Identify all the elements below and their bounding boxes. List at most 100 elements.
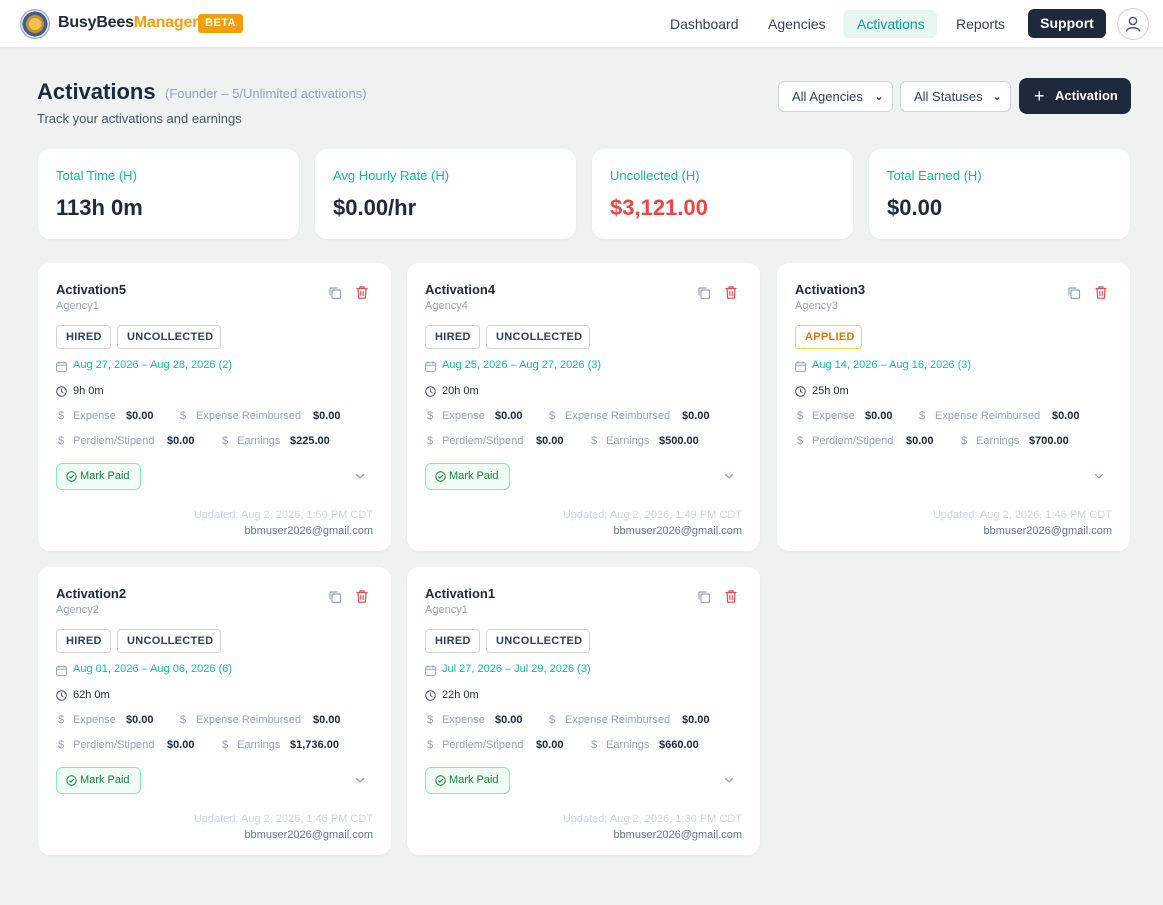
activation-card[interactable]: Activation5 Agency1 HIRED UNCOLLECTED Aug 27… bbox=[38, 263, 391, 551]
perdiem-label: Perdiem/Stipend bbox=[442, 739, 524, 751]
stat-value: $3,121.00 bbox=[610, 195, 708, 220]
owner-email: bbmuser2026@gmail.com bbox=[244, 525, 373, 537]
earnings-value: $1,736.00 bbox=[290, 739, 339, 751]
status-badge: APPLIED bbox=[795, 325, 862, 349]
chevron-down-icon: ⌄ bbox=[991, 89, 1002, 103]
status-badge: UNCOLLECTED bbox=[117, 325, 221, 349]
expense-value: $0.00 bbox=[495, 410, 523, 422]
mark-paid-button[interactable]: Mark Paid bbox=[56, 767, 141, 794]
activation-dates: Aug 01, 2026 – Aug 06, 2026 (6) bbox=[73, 663, 233, 675]
expense-label: Expense bbox=[442, 410, 485, 422]
copy-icon[interactable] bbox=[1067, 286, 1081, 300]
check-circle-icon bbox=[435, 775, 446, 786]
perdiem-label: Perdiem/Stipend bbox=[812, 435, 894, 447]
nav-agencies[interactable]: Agencies bbox=[754, 10, 840, 38]
activation-hours: 25h 0m bbox=[812, 385, 849, 397]
status-filter-value: All Statuses bbox=[914, 89, 983, 104]
brand-logo[interactable] bbox=[20, 9, 50, 39]
chevron-down-icon[interactable] bbox=[723, 470, 735, 482]
page-title: Activations bbox=[37, 79, 156, 104]
agency-filter-select[interactable]: All Agencies ⌄ bbox=[778, 81, 893, 112]
activation-card[interactable]: Activation4 Agency4 HIRED UNCOLLECTED Aug 25… bbox=[407, 263, 760, 551]
stat-card-total-time: Total Time (H) 113h 0m bbox=[38, 149, 299, 239]
mark-paid-button[interactable]: Mark Paid bbox=[425, 463, 510, 490]
expense-reimbursed-value: $0.00 bbox=[313, 410, 341, 422]
activation-card[interactable]: Activation1 Agency1 HIRED UNCOLLECTED Jul 27… bbox=[407, 567, 760, 855]
trash-icon[interactable] bbox=[1094, 285, 1108, 300]
perdiem-value: $0.00 bbox=[906, 435, 934, 447]
status-badge: HIRED bbox=[425, 325, 480, 349]
perdiem-label: Perdiem/Stipend bbox=[73, 435, 155, 447]
stat-value: $0.00 bbox=[887, 195, 943, 220]
nav-activations[interactable]: Activations bbox=[843, 10, 937, 38]
activation-dates: Jul 27, 2026 – Jul 29, 2026 (3) bbox=[442, 663, 591, 675]
trash-icon[interactable] bbox=[724, 589, 738, 604]
status-badge: UNCOLLECTED bbox=[117, 629, 221, 653]
activation-card[interactable]: Activation2 Agency2 HIRED UNCOLLECTED Aug 01… bbox=[38, 567, 391, 855]
earnings-value: $700.00 bbox=[1029, 435, 1069, 447]
dollar-icon: $ bbox=[919, 410, 926, 422]
copy-icon[interactable] bbox=[328, 590, 342, 604]
user-avatar[interactable] bbox=[1117, 8, 1149, 40]
activation-agency: Agency1 bbox=[56, 300, 99, 312]
dollar-icon: $ bbox=[58, 739, 65, 751]
expense-reimbursed-label: Expense Reimbursed bbox=[565, 714, 671, 726]
dollar-icon: $ bbox=[591, 435, 598, 447]
calendar-icon bbox=[56, 665, 67, 676]
mark-paid-button[interactable]: Mark Paid bbox=[56, 463, 141, 490]
trash-icon[interactable] bbox=[355, 589, 369, 604]
owner-email: bbmuser2026@gmail.com bbox=[983, 525, 1112, 537]
status-badge: HIRED bbox=[425, 629, 480, 653]
chevron-down-icon[interactable] bbox=[723, 774, 735, 786]
support-button[interactable]: Support bbox=[1028, 9, 1106, 38]
stat-card-total-earned: Total Earned (H) $0.00 bbox=[869, 149, 1130, 239]
chevron-down-icon[interactable] bbox=[354, 470, 366, 482]
brand-name-main: BusyBees bbox=[58, 14, 134, 31]
dollar-icon: $ bbox=[222, 739, 229, 751]
earnings-label: Earnings bbox=[976, 435, 1020, 447]
copy-icon[interactable] bbox=[697, 590, 711, 604]
brand-name-accent: Manager bbox=[133, 14, 199, 31]
brand-name[interactable]: BusyBeesManager bbox=[58, 14, 198, 32]
activation-hours: 22h 0m bbox=[442, 689, 479, 701]
mark-paid-button[interactable]: Mark Paid bbox=[425, 767, 510, 794]
expense-label: Expense bbox=[73, 410, 116, 422]
dollar-icon: $ bbox=[427, 714, 434, 726]
copy-icon[interactable] bbox=[328, 286, 342, 300]
chevron-down-icon[interactable] bbox=[1093, 470, 1105, 482]
nav-reports[interactable]: Reports bbox=[942, 10, 1019, 38]
earnings-value: $660.00 bbox=[659, 739, 699, 751]
activation-card[interactable]: Activation3 Agency3 APPLIED Aug 14, 2026 – … bbox=[777, 263, 1130, 551]
calendar-icon bbox=[425, 665, 436, 676]
expense-value: $0.00 bbox=[126, 410, 154, 422]
activation-agency: Agency4 bbox=[425, 300, 468, 312]
dollar-icon: $ bbox=[549, 714, 556, 726]
expense-reimbursed-label: Expense Reimbursed bbox=[196, 410, 302, 422]
status-badge: UNCOLLECTED bbox=[486, 325, 590, 349]
activation-dates: Aug 25, 2026 – Aug 27, 2026 (3) bbox=[442, 359, 602, 371]
dollar-icon: $ bbox=[427, 739, 434, 751]
status-filter-select[interactable]: All Statuses ⌄ bbox=[900, 81, 1011, 112]
add-activation-button[interactable]: + Activation bbox=[1019, 78, 1131, 114]
calendar-icon bbox=[56, 361, 67, 372]
status-badge: HIRED bbox=[56, 629, 111, 653]
clock-icon bbox=[56, 690, 67, 701]
check-circle-icon bbox=[66, 471, 77, 482]
activation-name: Activation2 bbox=[56, 586, 127, 601]
activation-name: Activation3 bbox=[795, 282, 866, 297]
expense-reimbursed-label: Expense Reimbursed bbox=[935, 410, 1041, 422]
trash-icon[interactable] bbox=[355, 285, 369, 300]
expense-reimbursed-value: $0.00 bbox=[682, 410, 710, 422]
earnings-label: Earnings bbox=[237, 739, 281, 751]
plan-info: (Founder – 5/Unlimited activations) bbox=[165, 86, 367, 101]
dollar-icon: $ bbox=[797, 410, 804, 422]
trash-icon[interactable] bbox=[724, 285, 738, 300]
copy-icon[interactable] bbox=[697, 286, 711, 300]
chevron-down-icon[interactable] bbox=[354, 774, 366, 786]
expense-value: $0.00 bbox=[495, 714, 523, 726]
calendar-icon bbox=[425, 361, 436, 372]
nav-dashboard[interactable]: Dashboard bbox=[656, 10, 753, 38]
chevron-down-icon: ⌄ bbox=[873, 89, 884, 103]
activation-hours: 9h 0m bbox=[73, 385, 104, 397]
calendar-icon bbox=[795, 361, 806, 372]
